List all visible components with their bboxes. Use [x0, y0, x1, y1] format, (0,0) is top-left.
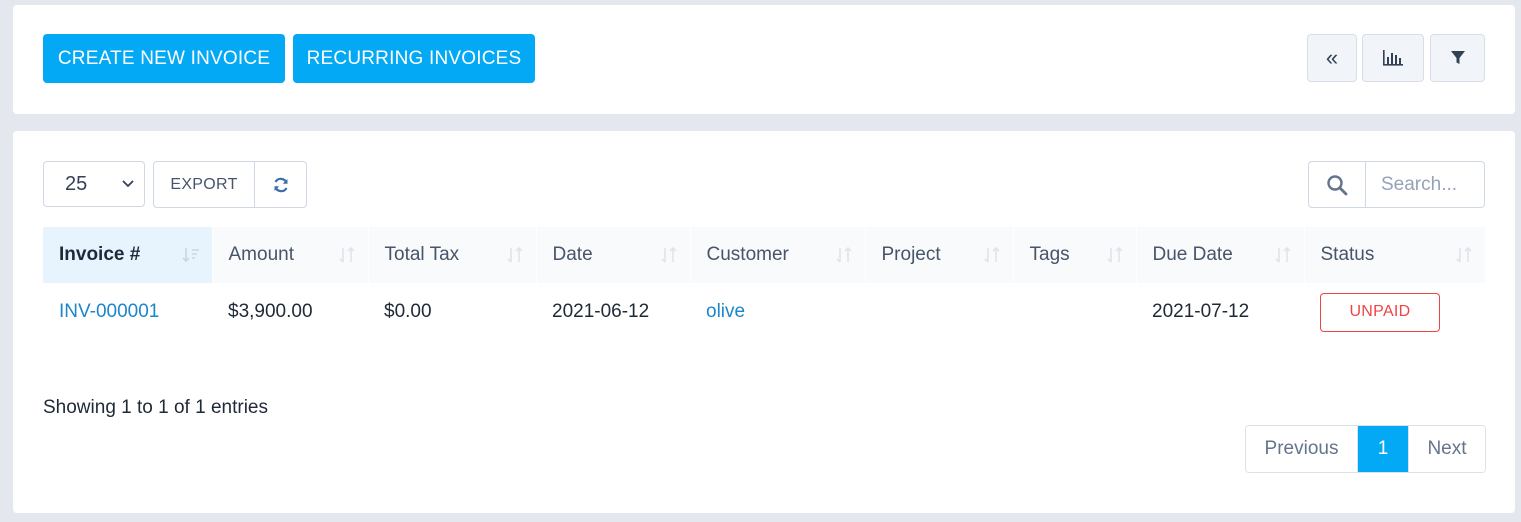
sort-icon	[660, 247, 677, 263]
invoices-table: Invoice # Amount Total Tax Date Customer…	[43, 227, 1486, 341]
search-box	[1308, 161, 1485, 208]
filter-button[interactable]	[1430, 34, 1485, 82]
cell-customer: olive	[690, 283, 865, 341]
status-badge: UNPAID	[1320, 292, 1440, 332]
chevron-down-icon	[122, 180, 134, 188]
sort-icon	[1455, 247, 1472, 263]
cell-total-tax: $0.00	[384, 301, 432, 322]
cell-date: 2021-06-12	[552, 301, 650, 322]
actions-panel: CREATE NEW INVOICE RECURRING INVOICES «	[13, 5, 1515, 114]
recurring-invoices-button[interactable]: RECURRING INVOICES	[293, 34, 535, 83]
cell-due-date: 2021-07-12	[1152, 301, 1250, 322]
column-header-customer[interactable]: Customer	[690, 227, 866, 283]
search-addon	[1309, 162, 1366, 207]
invoices-panel: 25 EXPORT Search... Invoice # Amount Tot…	[13, 131, 1515, 513]
invoice-link[interactable]: INV-000001	[59, 301, 159, 322]
table-row: INV-000001 $3,900.00 $0.00 2021-06-12 ol…	[43, 283, 1485, 341]
reload-button[interactable]	[255, 162, 306, 207]
page-length-value: 25	[65, 172, 88, 195]
previous-page-button[interactable]: Previous	[1246, 426, 1358, 472]
column-header-due-date[interactable]: Due Date	[1136, 227, 1305, 283]
sort-icon	[338, 247, 355, 263]
create-new-invoice-button[interactable]: CREATE NEW INVOICE	[43, 34, 285, 83]
column-header-invoice[interactable]: Invoice #	[43, 227, 213, 283]
page-length-select[interactable]: 25	[43, 161, 145, 207]
collapse-table-button[interactable]: «	[1307, 34, 1357, 82]
table-header-row: Invoice # Amount Total Tax Date Customer…	[43, 227, 1486, 283]
column-header-tags[interactable]: Tags	[1013, 227, 1137, 283]
table-actions-group: EXPORT	[153, 161, 307, 208]
column-header-amount[interactable]: Amount	[212, 227, 369, 283]
column-header-project[interactable]: Project	[865, 227, 1014, 283]
search-input[interactable]	[1366, 162, 1484, 207]
customer-link[interactable]: olive	[706, 301, 745, 322]
cell-tags	[1013, 283, 1136, 341]
pagination: Previous 1 Next	[1245, 425, 1486, 473]
cell-amount: $3,900.00	[228, 301, 313, 322]
stats-button[interactable]	[1362, 34, 1424, 82]
filter-icon	[1450, 51, 1465, 64]
column-header-total-tax[interactable]: Total Tax	[368, 227, 537, 283]
sort-icon	[983, 247, 1000, 263]
search-icon	[1327, 174, 1348, 195]
double-chevron-left-icon: «	[1325, 45, 1339, 70]
cell-invoice: INV-000001	[43, 283, 212, 341]
next-page-button[interactable]: Next	[1408, 426, 1485, 472]
cell-project	[865, 283, 1013, 341]
page-button-1[interactable]: 1	[1358, 426, 1408, 472]
sort-icon	[1106, 247, 1123, 263]
cell-status: UNPAID	[1304, 283, 1485, 341]
column-header-status[interactable]: Status	[1304, 227, 1486, 283]
export-button[interactable]: EXPORT	[154, 162, 255, 207]
table-info: Showing 1 to 1 of 1 entries	[43, 397, 268, 418]
sort-icon	[835, 247, 852, 263]
column-header-date[interactable]: Date	[536, 227, 691, 283]
sort-desc-icon	[181, 248, 199, 263]
sort-icon	[1274, 247, 1291, 263]
bar-chart-icon	[1383, 50, 1403, 66]
refresh-icon	[273, 177, 288, 192]
sort-icon	[506, 247, 523, 263]
